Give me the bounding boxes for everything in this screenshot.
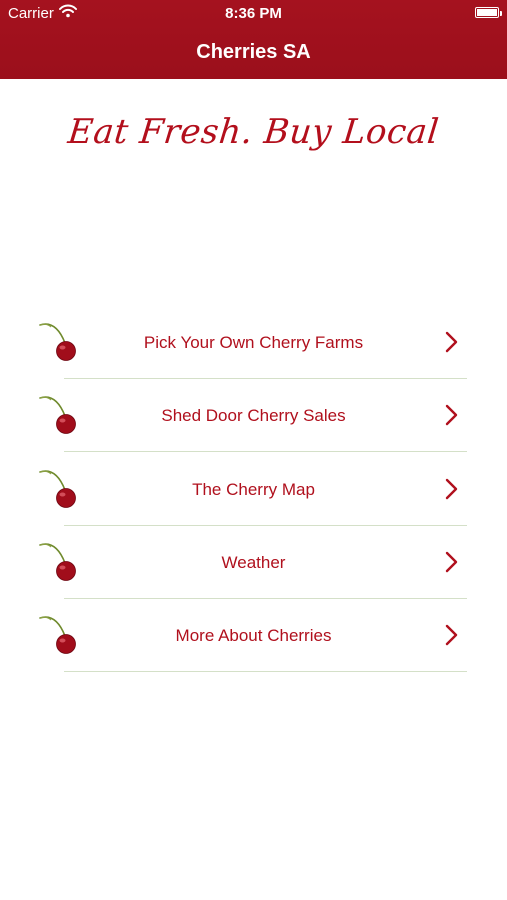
- chevron-right-icon: [443, 477, 461, 501]
- menu-item-label: More About Cherries: [175, 626, 332, 645]
- status-bar: Carrier 8:36 PM: [0, 0, 507, 28]
- menu-item-cherry-map[interactable]: The Cherry Map: [0, 453, 507, 526]
- menu-item-pick-your-own[interactable]: Pick Your Own Cherry Farms: [0, 306, 507, 379]
- tagline: Eat Fresh. Buy Local: [66, 112, 441, 152]
- app-header: Carrier 8:36 PM Cherries SA: [0, 0, 507, 79]
- page-title: Cherries SA: [196, 41, 311, 63]
- battery-level: [477, 9, 497, 16]
- chevron-right-icon: [443, 623, 461, 647]
- menu-item-label: Shed Door Cherry Sales: [161, 406, 346, 425]
- chevron-right-icon: [443, 550, 461, 574]
- menu-item-label: Pick Your Own Cherry Farms: [143, 333, 364, 352]
- menu-item-shed-door-sales[interactable]: Shed Door Cherry Sales: [0, 379, 507, 452]
- menu-item-label: Weather: [221, 553, 286, 572]
- chevron-right-icon: [443, 330, 461, 354]
- chevron-right-icon: [443, 403, 461, 427]
- divider: [64, 671, 467, 672]
- status-time: 8:36 PM: [225, 5, 282, 22]
- battery-icon: [475, 7, 499, 18]
- menu-item-label: The Cherry Map: [192, 480, 315, 499]
- divider: [64, 451, 467, 452]
- menu-item-more-about-cherries[interactable]: More About Cherries: [0, 599, 507, 672]
- menu-item-weather[interactable]: Weather: [0, 526, 507, 599]
- battery-tip: [500, 11, 502, 16]
